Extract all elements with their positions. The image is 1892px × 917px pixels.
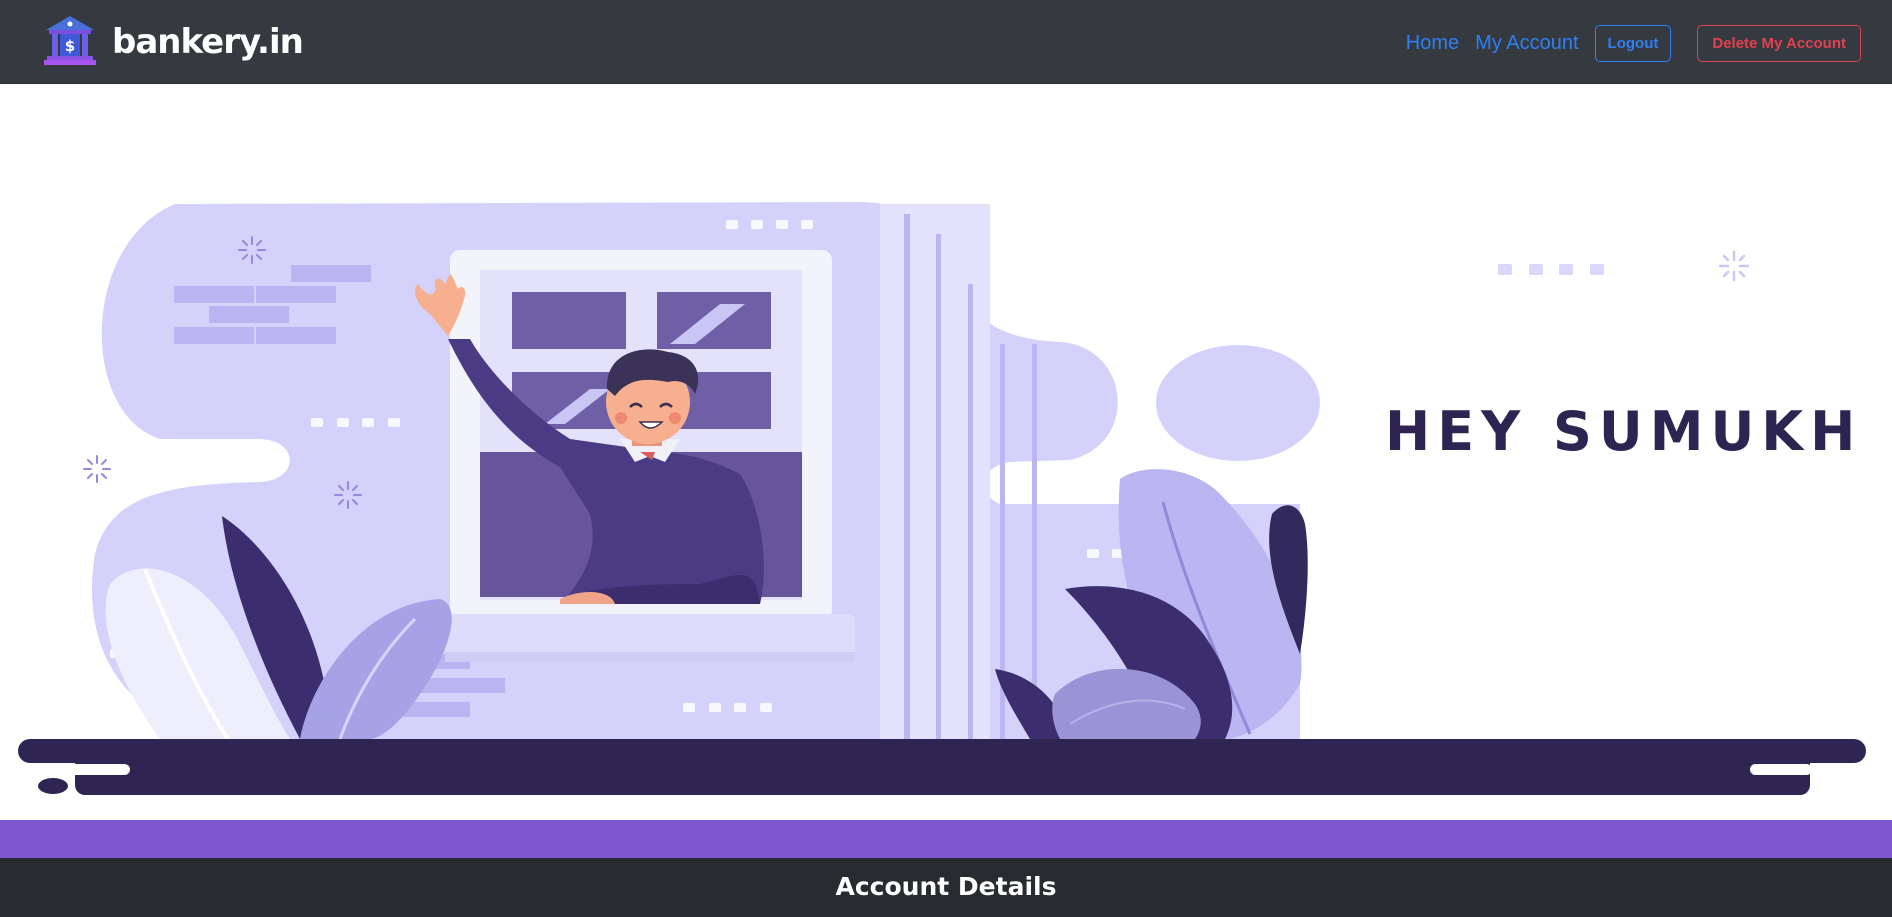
delete-account-button[interactable]: Delete My Account [1697,24,1861,62]
account-details-title: Account Details [835,872,1057,901]
brand[interactable]: $ bankery.in [42,12,304,72]
nav-link-my-account[interactable]: My Account [1475,32,1578,55]
brand-name: bankery.in [112,22,304,62]
svg-text:$: $ [65,37,75,55]
greeting-heading: HEY SUMUKH [1385,400,1863,463]
hero-section: HEY SUMUKH [0,84,1892,820]
nav-links: Home My Account Logout Delete My Account [1406,24,1861,62]
account-details-section: Account Details [0,858,1892,917]
navbar: $ bankery.in Home My Account Logout Dele… [0,0,1892,84]
bank-building-icon: $ [44,16,96,65]
nav-link-home[interactable]: Home [1406,32,1459,55]
accent-strip [0,820,1892,858]
logout-button[interactable]: Logout [1594,24,1672,62]
